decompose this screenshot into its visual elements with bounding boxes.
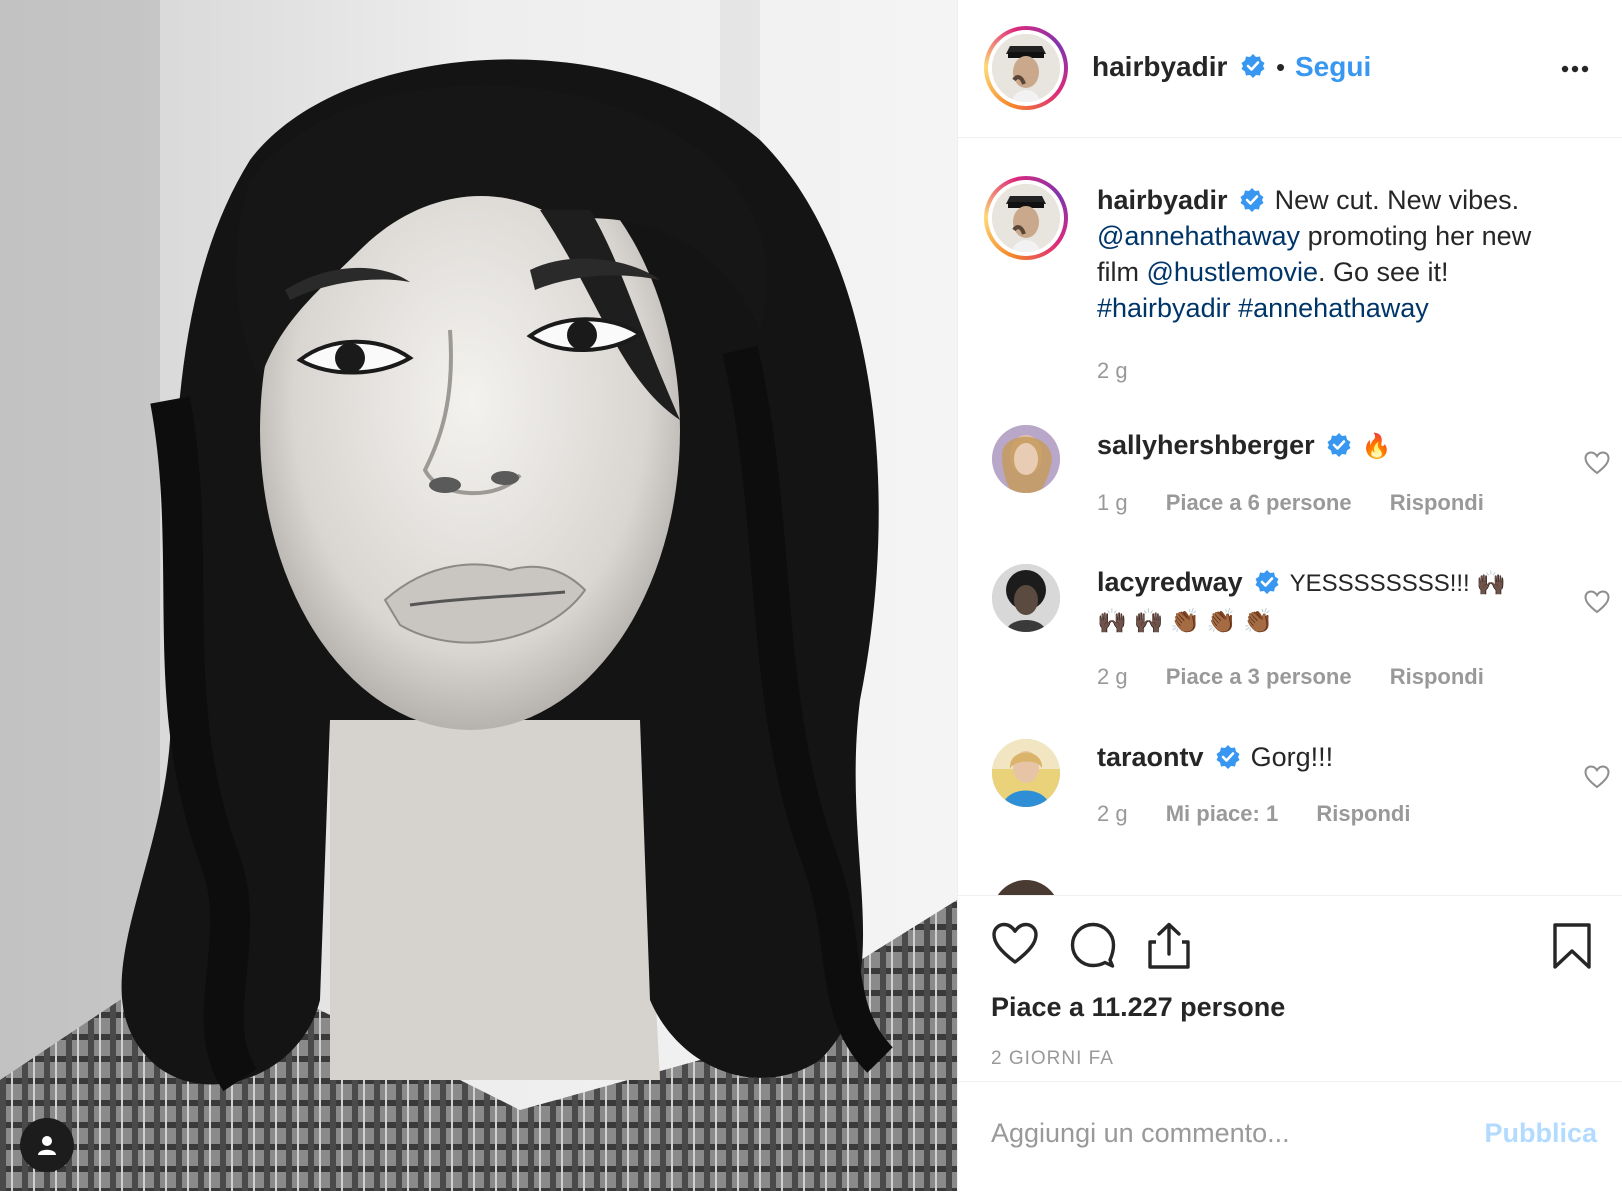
comment-username[interactable]: sallyhershberger [1097,430,1315,460]
verified-badge-icon [1327,432,1351,457]
follow-button[interactable]: Segui [1295,51,1371,83]
comment-body: Gorg!!! [1250,742,1334,772]
hashtag-link[interactable]: #hairbyadir [1097,293,1231,323]
caption-text-part: New cut. New vibes. [1274,185,1520,215]
comment-timestamp[interactable]: 2 g [1097,801,1128,826]
comment-likes-count[interactable]: Piace a 6 persone [1166,490,1352,515]
reply-button[interactable]: Rispondi [1316,801,1410,826]
mention-link[interactable]: @annehathaway [1097,221,1300,251]
bookmark-icon[interactable] [1552,922,1592,970]
comment-likes-count[interactable]: Mi piace: 1 [1166,801,1278,826]
comment-like-heart-icon[interactable] [1584,451,1610,475]
commenter-avatar[interactable] [992,564,1060,632]
avatar-portrait-icon [992,184,1060,252]
comment-likes-count[interactable]: Piace a 3 persone [1166,664,1352,689]
comment-meta: 2 g Piace a 3 persone Rispondi [1097,664,1516,690]
reply-button[interactable]: Rispondi [1390,490,1484,515]
post-header: hairbyadir • Segui [958,0,1622,138]
publish-button[interactable]: Pubblica [1484,1118,1597,1149]
avatar-portrait-icon [992,564,1060,632]
add-comment-input[interactable]: Aggiungi un commento... [991,1118,1290,1149]
avatar-portrait-icon [992,739,1060,807]
commenter-avatar[interactable] [992,880,1060,895]
post-likes-count[interactable]: Piace a 11.227 persone [991,992,1285,1023]
commenter-avatar[interactable] [992,425,1060,493]
add-comment-bar: Aggiungi un commento... Pubblica [958,1081,1622,1192]
comment-text: taraontv Gorg!!! [1097,739,1537,775]
caption-timestamp[interactable]: 2 g [1097,358,1128,384]
portrait-image [0,0,957,1191]
verified-badge-icon [1240,187,1264,212]
comment-timestamp[interactable]: 1 g [1097,490,1128,515]
comment-bubble-icon[interactable] [1070,922,1116,968]
more-options-icon[interactable] [1560,54,1590,84]
user-tag-icon [38,1136,56,1155]
mention-link[interactable]: @hustlemovie [1147,257,1318,287]
like-heart-icon[interactable] [991,922,1039,966]
author-username[interactable]: hairbyadir [1092,51,1227,83]
separator-dot: • [1276,52,1286,82]
comment-body: 🔥 [1361,433,1392,460]
comment-text: lacyredway YESSSSSSSS!!! 🙌🏿 🙌🏿 🙌🏿 👏🏾 👏🏾 … [1097,564,1537,640]
comment-username[interactable]: lacyredway [1097,567,1243,597]
tag-people-button[interactable] [20,1118,74,1172]
avatar-portrait-icon [992,34,1060,102]
author-avatar[interactable] [984,26,1068,110]
post-photo[interactable] [0,0,957,1191]
post-actions: Piace a 11.227 persone 2 GIORNI FA [958,895,1622,1082]
comment-timestamp[interactable]: 2 g [1097,664,1128,689]
comment-text: sallyhershberger 🔥 [1097,427,1537,465]
verified-badge-icon [1241,54,1265,78]
reply-button[interactable]: Rispondi [1390,664,1484,689]
hashtag-link[interactable]: #annehathaway [1238,293,1429,323]
comment-like-heart-icon[interactable] [1584,590,1610,614]
comments-list[interactable]: hairbyadir New cut. New vibes. @annehath… [958,138,1622,895]
post-side-panel: hairbyadir • Segui hairbyadir New cut. N… [957,0,1622,1191]
avatar-portrait-icon [992,425,1060,493]
commenter-avatar[interactable] [992,739,1060,807]
comment-meta: 1 g Piace a 6 persone Rispondi [1097,490,1516,516]
caption-text-part: . Go see it! [1318,257,1449,287]
comment-meta: 2 g Mi piace: 1 Rispondi [1097,801,1442,827]
caption-author-avatar[interactable] [984,176,1068,260]
comment-username[interactable]: taraontv [1097,742,1204,772]
caption-text: hairbyadir New cut. New vibes. @annehath… [1097,182,1577,326]
post-date[interactable]: 2 GIORNI FA [991,1048,1114,1070]
comment-like-heart-icon[interactable] [1584,765,1610,789]
caption-username[interactable]: hairbyadir [1097,185,1228,215]
share-icon[interactable] [1147,922,1191,970]
verified-badge-icon [1216,744,1240,769]
verified-badge-icon [1255,569,1279,594]
